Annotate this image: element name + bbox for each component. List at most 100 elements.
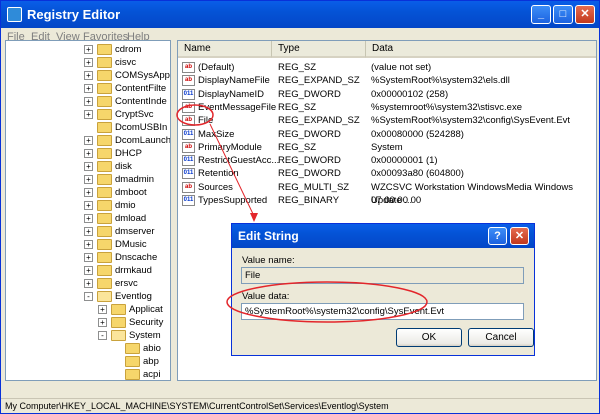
close-button[interactable]: ✕ <box>575 5 595 24</box>
expand-icon[interactable]: + <box>84 84 93 93</box>
expand-icon[interactable]: + <box>84 214 93 223</box>
maximize-button[interactable]: □ <box>553 5 573 24</box>
value-name: PrimaryModule <box>198 141 262 153</box>
tree-item[interactable]: - System <box>6 329 170 342</box>
ok-button[interactable]: OK <box>396 328 462 347</box>
status-bar: My Computer\HKEY_LOCAL_MACHINE\SYSTEM\Cu… <box>1 398 599 414</box>
tree-item[interactable]: + dmserver <box>6 225 170 238</box>
cancel-button[interactable]: Cancel <box>468 328 534 347</box>
value-row[interactable]: ab (Default) REG_SZ (value not set) <box>178 61 596 74</box>
expand-icon[interactable]: + <box>84 149 93 158</box>
expand-icon[interactable]: + <box>84 162 93 171</box>
tree-item[interactable]: + DMusic <box>6 238 170 251</box>
expand-icon[interactable]: + <box>84 136 93 145</box>
dialog-close-button[interactable]: ✕ <box>510 227 529 245</box>
expand-icon[interactable]: + <box>84 227 93 236</box>
value-name: MaxSize <box>198 128 235 140</box>
expand-icon[interactable]: + <box>84 71 93 80</box>
expand-icon[interactable]: + <box>84 97 93 106</box>
value-data: %SystemRoot%\system32\config\SysEvent.Ev… <box>371 115 571 127</box>
value-data-input[interactable]: %SystemRoot%\system32\config\SysEvent.Ev… <box>241 303 524 320</box>
collapse-icon[interactable]: - <box>84 292 93 301</box>
expand-icon[interactable]: + <box>84 188 93 197</box>
value-name: Sources <box>198 181 233 193</box>
column-header-name[interactable]: Name <box>178 41 272 58</box>
tree-item[interactable]: + DcomLaunch <box>6 134 171 147</box>
tree-item[interactable]: abio <box>6 342 170 355</box>
value-row[interactable]: ab Sources REG_MULTI_SZ WZCSVC Workstation … <box>178 181 596 206</box>
registry-key-tree[interactable]: + cdrom + cisvc + COMSysApp + ContentFilte + Cont… <box>5 40 171 381</box>
value-type: REG_MULTI_SZ <box>278 181 350 193</box>
expand-icon[interactable]: + <box>84 175 93 184</box>
folder-icon <box>97 226 112 237</box>
value-row[interactable]: ab EventMessageFile REG_SZ %systemroot%\sys… <box>178 101 596 114</box>
dialog-title-bar[interactable]: Edit String ? ✕ <box>232 224 534 248</box>
expand-icon[interactable]: + <box>84 45 93 54</box>
collapse-icon[interactable]: - <box>98 331 107 340</box>
tree-item[interactable]: + ContentInde <box>6 95 170 108</box>
binary-value-icon: 011 <box>182 195 195 206</box>
dialog-title: Edit String <box>238 229 299 243</box>
tree-item-label: abp <box>143 356 159 367</box>
tree-item[interactable]: - Eventlog <box>6 290 170 303</box>
tree-item-label: DcomLaunch <box>115 135 171 146</box>
value-data: %SystemRoot%\system32\els.dll <box>371 75 510 87</box>
tree-item[interactable]: + disk <box>6 160 170 173</box>
string-value-icon: ab <box>182 181 195 193</box>
string-value-icon: ab <box>182 115 195 127</box>
column-header-type[interactable]: Type <box>272 41 366 58</box>
tree-item[interactable]: + Applicat <box>6 303 170 316</box>
expand-icon[interactable]: + <box>84 266 93 275</box>
tree-item[interactable]: + ersvc <box>6 277 170 290</box>
tree-item[interactable]: abp <box>6 355 170 368</box>
tree-item[interactable]: + cdrom <box>6 43 170 56</box>
tree-item[interactable]: + dmload <box>6 212 170 225</box>
expand-icon[interactable]: + <box>84 279 93 288</box>
value-row[interactable]: 011 MaxSize REG_DWORD 0x00080000 (524288) <box>178 128 596 141</box>
dialog-help-button[interactable]: ? <box>488 227 507 245</box>
tree-item[interactable]: + COMSysApp <box>6 69 170 82</box>
expand-icon[interactable]: + <box>84 58 93 67</box>
folder-icon <box>125 369 140 380</box>
tree-item-label: Security <box>129 317 164 328</box>
expand-icon[interactable]: + <box>98 305 107 314</box>
value-row[interactable]: ab File REG_EXPAND_SZ %SystemRoot%\system32… <box>178 114 596 127</box>
tree-item[interactable]: + DHCP <box>6 147 170 160</box>
value-row[interactable]: 011 TypesSupported REG_BINARY 07 00 00 00 <box>178 194 596 207</box>
value-row[interactable]: 011 Retention REG_DWORD 0x00093a80 (604800) <box>178 167 596 180</box>
string-value-icon: ab <box>182 62 195 73</box>
tree-item[interactable]: + dmboot <box>6 186 170 199</box>
expand-icon[interactable]: + <box>84 110 93 119</box>
folder-icon <box>125 356 140 367</box>
value-data-label: Value data: <box>242 291 290 302</box>
tree-item[interactable]: + Dnscache <box>6 251 170 264</box>
tree-item[interactable]: acpi <box>6 368 170 380</box>
value-row[interactable]: ab PrimaryModule REG_SZ System <box>178 141 596 154</box>
minimize-button[interactable]: _ <box>531 5 551 24</box>
folder-icon <box>97 174 112 185</box>
folder-icon <box>97 57 112 68</box>
folder-icon <box>97 122 112 133</box>
folder-icon <box>111 330 126 341</box>
tree-item[interactable]: + CryptSvc <box>6 108 170 121</box>
tree-item[interactable]: + Security <box>6 316 170 329</box>
value-row[interactable]: 011 DisplayNameID REG_DWORD 0x00000102 (258… <box>178 88 596 101</box>
tree-item[interactable]: + drmkaud <box>6 264 170 277</box>
tree-item-label: COMSysApp <box>115 70 170 81</box>
tree-item[interactable]: DcomUSBIn <box>6 121 170 134</box>
tree-item[interactable]: + ContentFilte <box>6 82 170 95</box>
title-bar[interactable]: Registry Editor _ □ ✕ <box>1 1 599 28</box>
value-row[interactable]: 011 RestrictGuestAcc... REG_DWORD 0x0000000… <box>178 154 596 167</box>
tree-item[interactable]: + cisvc <box>6 56 170 69</box>
tree-item[interactable]: + dmio <box>6 199 170 212</box>
expand-icon[interactable]: + <box>84 240 93 249</box>
value-row[interactable]: ab DisplayNameFile REG_EXPAND_SZ %SystemRoo… <box>178 74 596 87</box>
value-data: 07 00 00 00 <box>371 195 422 206</box>
column-header-data[interactable]: Data <box>366 41 596 58</box>
expand-icon[interactable]: + <box>84 253 93 262</box>
expand-icon[interactable]: + <box>84 201 93 210</box>
expand-icon[interactable]: + <box>98 318 107 327</box>
registry-editor-icon <box>7 7 22 22</box>
tree-item[interactable]: + dmadmin <box>6 173 170 186</box>
folder-icon <box>97 200 112 211</box>
